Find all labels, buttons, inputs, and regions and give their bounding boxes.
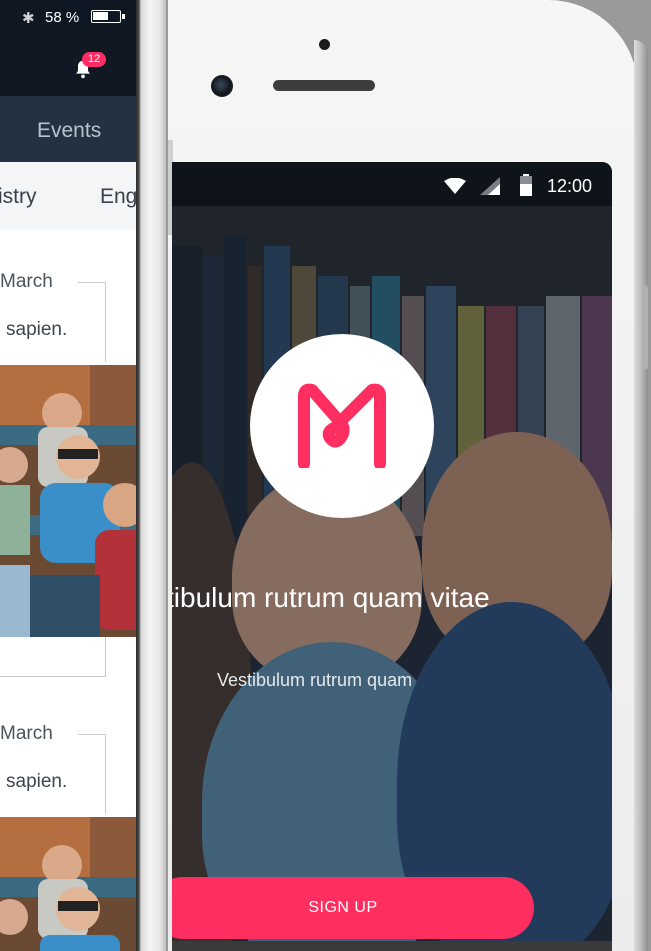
card-photo[interactable]	[0, 365, 136, 637]
card-border	[105, 637, 106, 677]
card-divider	[78, 734, 106, 735]
battery-percent: 58 %	[45, 9, 80, 26]
top-nav-bar	[0, 34, 136, 96]
card-border	[105, 734, 106, 814]
sign-up-button[interactable]: SIGN UP	[172, 877, 534, 939]
notification-badge: 12	[82, 52, 107, 67]
card-text: sapien.	[6, 319, 68, 340]
right-phone: 12:00 stibulum rutrum quam vitae Vestibu…	[160, 0, 651, 951]
card-date: March	[0, 271, 53, 292]
proximity-sensor	[319, 39, 330, 50]
side-button	[642, 285, 648, 370]
app-logo	[250, 334, 434, 518]
bluetooth-icon: ✱	[22, 10, 35, 27]
card-text: sapien.	[6, 771, 68, 792]
card-divider	[78, 282, 106, 283]
tab-events[interactable]: Events	[37, 119, 101, 143]
clock: 12:00	[547, 176, 593, 196]
category-tab-eng[interactable]: Eng	[100, 185, 136, 209]
category-tab-istry[interactable]: istry	[0, 185, 37, 209]
front-camera	[211, 75, 233, 97]
m-logo-icon	[298, 383, 386, 468]
card-date: March	[0, 723, 53, 744]
battery-icon	[91, 10, 125, 23]
card-photo[interactable]	[0, 817, 136, 951]
earpiece-speaker	[273, 80, 375, 91]
phone-edge	[634, 40, 648, 951]
wifi-icon	[444, 178, 466, 194]
onboarding-subtitle: Vestibulum rutrum quam	[217, 670, 413, 690]
status-bar: ✱ 58 %	[0, 0, 136, 34]
android-status-bar: 12:00	[172, 162, 612, 206]
phone-screen: 12:00 stibulum rutrum quam vitae Vestibu…	[172, 162, 612, 951]
battery-icon	[520, 174, 532, 196]
dark-overlay	[172, 206, 612, 951]
card-divider	[0, 676, 106, 677]
left-phone-screen: ✱ 58 % 12 Events istry Eng March sapien.	[0, 0, 136, 951]
signal-icon	[480, 177, 500, 195]
onboarding-headline: stibulum rutrum quam vitae	[172, 582, 490, 613]
screen-bottom-edge	[172, 941, 612, 951]
card-border	[105, 282, 106, 362]
